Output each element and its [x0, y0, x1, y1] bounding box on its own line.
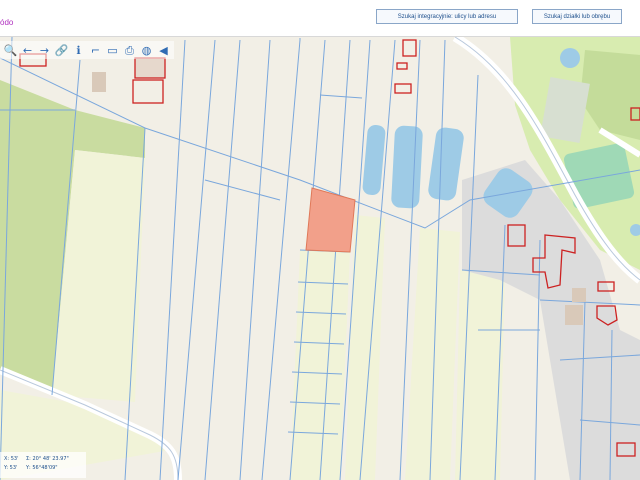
audio-icon[interactable]: ◀	[156, 43, 171, 58]
globe-icon[interactable]: ◍	[139, 43, 154, 58]
selected-parcel	[305, 187, 356, 253]
field-strip-4	[455, 270, 505, 480]
zoom-tool-icon[interactable]: 🔍	[3, 43, 18, 58]
link-icon[interactable]: 🔗	[54, 43, 69, 58]
measure-area-icon[interactable]: ▭	[105, 43, 120, 58]
pond-2	[391, 125, 423, 209]
shed-2	[572, 288, 586, 302]
coord-y: Y: 53'	[4, 465, 18, 471]
info-icon[interactable]: ℹ	[71, 43, 86, 58]
pond-5	[560, 48, 580, 68]
map-toolbar: 🔍 ← → 🔗 ℹ ⌐ ▭ ⎙ ◍ ◀	[0, 41, 174, 59]
coordinate-panel: X: 53' Σ: 20° 48' 23.97" Y: 53' Υ: 56°48…	[0, 452, 86, 478]
search-address-button[interactable]: Szukaj integracyjnie: ulicy lub adresu	[376, 9, 518, 24]
header-link[interactable]: ódo	[0, 18, 13, 27]
coord-lon: Υ: 56°48'09"	[26, 465, 58, 471]
building-2	[134, 57, 166, 79]
forward-arrow-icon[interactable]: →	[37, 43, 52, 58]
shed-3	[565, 305, 583, 325]
coord-lat: Σ: 20° 48' 23.97"	[26, 456, 69, 462]
map-canvas[interactable]	[0, 37, 640, 480]
coord-x: X: 53'	[4, 456, 19, 462]
shed-1	[92, 72, 106, 92]
back-arrow-icon[interactable]: ←	[20, 43, 35, 58]
measure-line-icon[interactable]: ⌐	[88, 43, 103, 58]
top-header: ódo Szukaj integracyjnie: ulicy lub adre…	[0, 0, 640, 37]
search-plot-button[interactable]: Szukaj działki lub obrębu	[532, 9, 622, 24]
print-icon[interactable]: ⎙	[122, 43, 137, 58]
